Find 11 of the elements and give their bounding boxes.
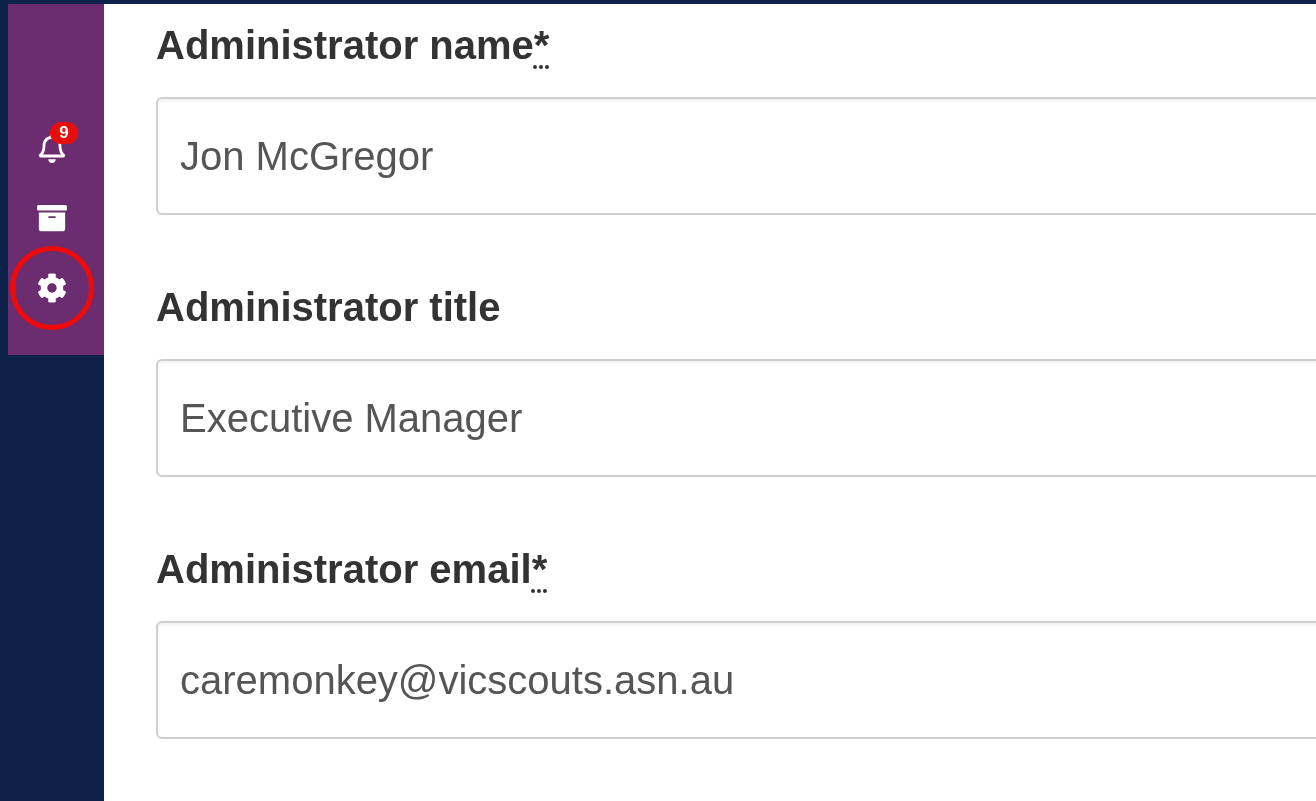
- text-field[interactable]: caremonkey@vicscouts.asn.au: [156, 621, 1316, 739]
- sidebar-item[interactable]: [10, 246, 94, 330]
- text-field[interactable]: Executive Manager: [156, 359, 1316, 477]
- field-label: Administrator name*: [156, 23, 550, 67]
- archive-box-icon: [37, 203, 67, 233]
- notification-badge: 9: [50, 122, 78, 144]
- field-label: Administrator title: [156, 285, 501, 329]
- settings-icon: [37, 273, 67, 303]
- sidebar-item[interactable]: 9: [10, 106, 94, 190]
- field-label: Administrator email*: [156, 547, 548, 591]
- text-field[interactable]: Jon McGregor: [156, 97, 1316, 215]
